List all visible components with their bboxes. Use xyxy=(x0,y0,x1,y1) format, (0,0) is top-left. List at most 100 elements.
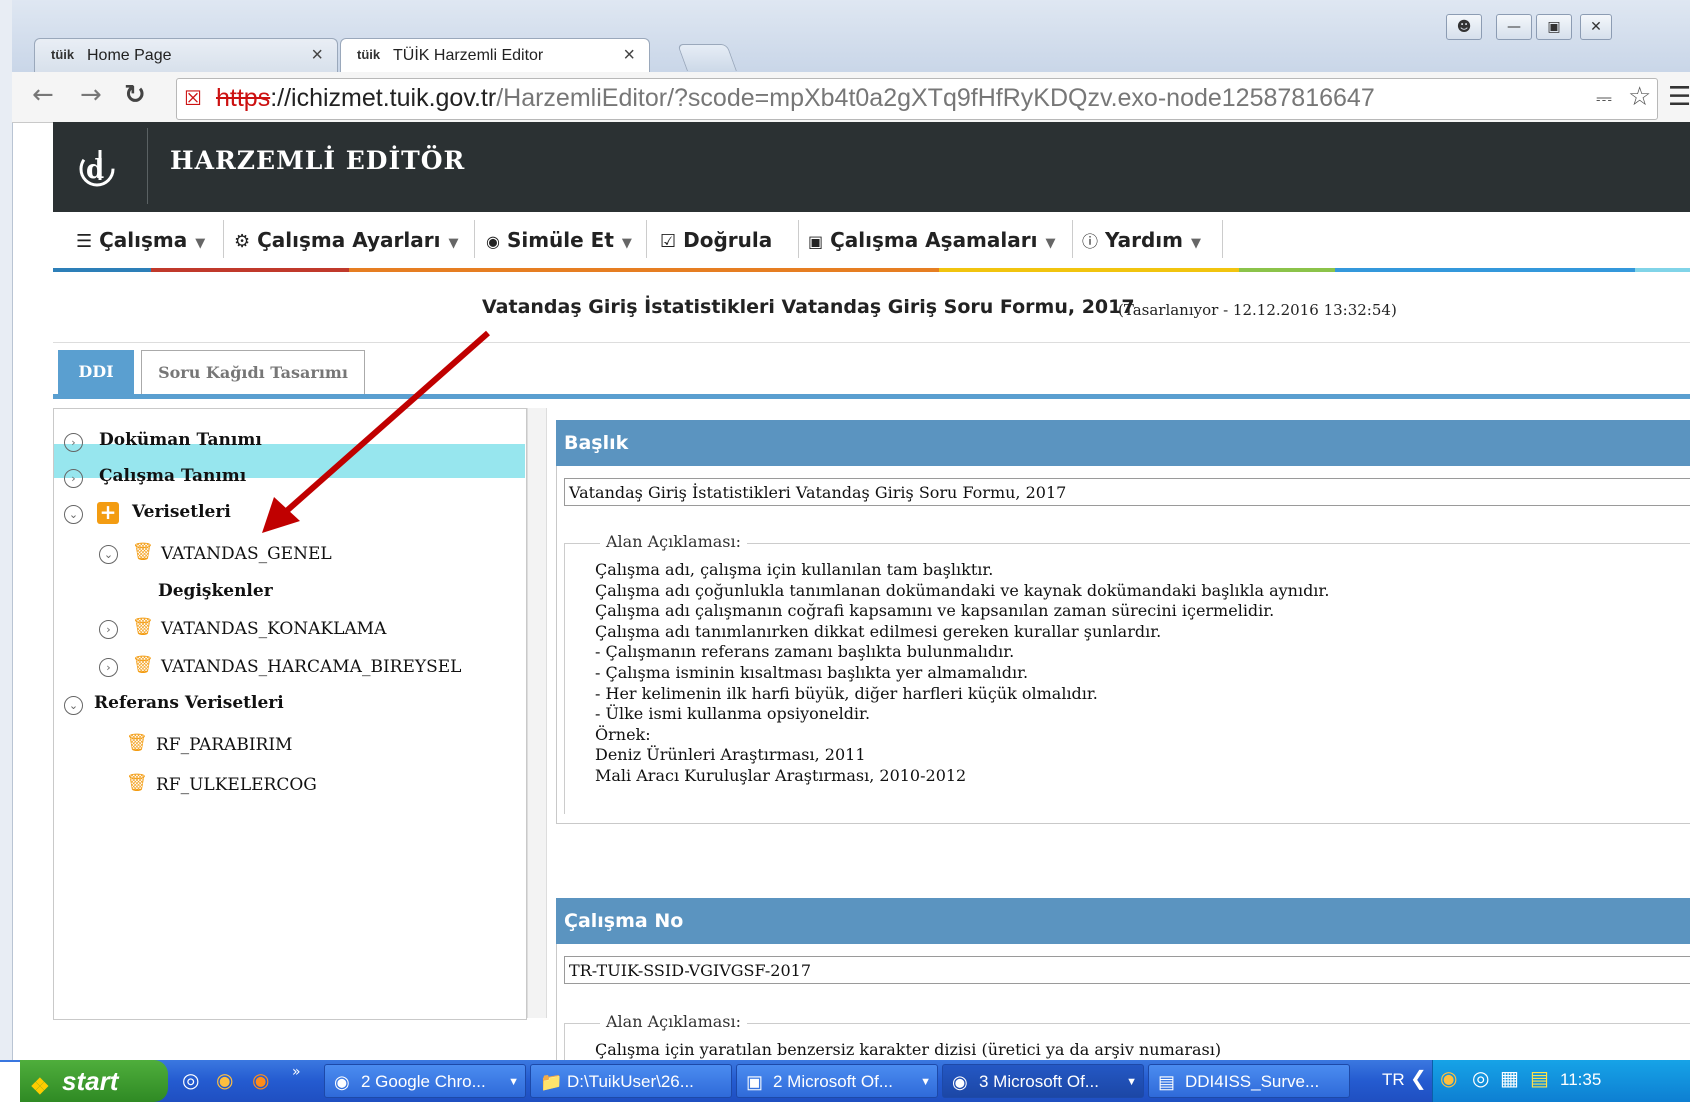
menu-calisma[interactable]: ☰ Çalışma ▼ xyxy=(76,218,205,262)
tree-item-rf-parabirim[interactable]: RF_PARABIRIM xyxy=(156,735,292,755)
collapse-icon[interactable]: ⌄ xyxy=(99,545,118,564)
clock: 11:35 xyxy=(1560,1070,1602,1089)
description-line: - Ülke ismi kullanma opsiyoneldir. xyxy=(595,704,871,724)
expand-icon[interactable]: › xyxy=(99,620,118,639)
app-title: HARZEMLİ EDİTÖR xyxy=(170,146,466,175)
close-icon[interactable]: × xyxy=(311,44,323,67)
header-divider xyxy=(147,128,148,204)
firefox-quicklaunch-icon[interactable]: ◉ xyxy=(252,1068,269,1092)
desktop-edge xyxy=(0,1062,20,1102)
menu-simule-et[interactable]: ◉ Simüle Et ▼ xyxy=(486,218,632,262)
reload-icon[interactable]: ↻ xyxy=(124,80,146,110)
url-scheme: https xyxy=(216,84,271,112)
start-button[interactable]: ❖ start xyxy=(20,1060,168,1102)
taskbar-item-ddi4iss[interactable]: ▤ DDI4ISS_Surve... xyxy=(1148,1064,1350,1098)
tab-label: Home Page xyxy=(87,47,172,64)
calisma-no-description-legend: Alan Açıklaması: xyxy=(600,1012,748,1031)
menu-icon[interactable]: ☰ xyxy=(1668,82,1690,112)
ie-tray-icon[interactable]: ◎ xyxy=(1472,1066,1489,1090)
tree-item-degiskenler[interactable]: Degişkenler xyxy=(158,581,273,601)
calisma-no-input[interactable]: TR-TUIK-SSID-VGIVGSF-2017 xyxy=(564,956,1690,984)
description-line: Çalışma adı, çalışma için kullanılan tam… xyxy=(595,560,994,579)
description-line: - Her kelimenin ilk harfi büyük, diğer h… xyxy=(595,683,1098,703)
list-icon: ☰ xyxy=(76,231,93,252)
tree-item-vatandas-genel[interactable]: VATANDAS_GENEL xyxy=(161,544,332,564)
tree-item-rf-ulkelercog[interactable]: RF_ULKELERCOG xyxy=(156,775,317,795)
close-icon[interactable]: × xyxy=(623,44,635,67)
caret-down-icon: ▼ xyxy=(195,236,206,251)
menu-divider xyxy=(223,220,224,258)
url-text[interactable]: https://ichizmet.tuik.gov.tr/HarzemliEdi… xyxy=(216,84,1375,113)
menu-calisma-ayarlari[interactable]: ⚙ Çalışma Ayarları ▼ xyxy=(234,218,458,262)
tab-home-page[interactable]: tüik Home Page × xyxy=(34,38,338,73)
tray-expand-icon[interactable]: ❮ xyxy=(1410,1066,1427,1090)
new-tab-button[interactable] xyxy=(677,44,737,71)
menu-divider xyxy=(1072,220,1073,258)
menu-dogrula[interactable]: ☑ Doğrula xyxy=(660,218,772,262)
collapse-icon[interactable]: ⌄ xyxy=(64,696,83,715)
delete-icon[interactable]: 🗑 xyxy=(132,542,154,562)
tree-item-calisma-tanimi[interactable]: Çalışma Tanımı xyxy=(99,466,246,486)
taskbar-item-label: 2 Google Chro... xyxy=(361,1072,486,1091)
tuik-logo-icon: tüik xyxy=(357,47,381,62)
taskbar-item-explorer[interactable]: 📁 D:\TuikUser\26... xyxy=(530,1064,732,1098)
forward-arrow-icon[interactable]: → xyxy=(80,80,102,110)
minimize-button[interactable]: — xyxy=(1496,14,1532,40)
accent-bar xyxy=(53,268,151,272)
baslik-header: Başlık xyxy=(556,420,1690,466)
tree-item-dokuman-tanimi[interactable]: Doküman Tanımı xyxy=(99,430,262,450)
tab-label: TÜİK Harzemli Editor xyxy=(393,47,544,64)
description-line: Örnek: xyxy=(595,724,651,744)
start-label: start xyxy=(62,1066,119,1096)
bookmark-star-icon[interactable]: ☆ xyxy=(1628,82,1651,112)
tree-item-referans-verisetleri[interactable]: Referans Verisetleri xyxy=(94,693,284,713)
menu-divider xyxy=(798,220,799,258)
taskbar-item-office-1[interactable]: ▣ 2 Microsoft Of... ▼ xyxy=(736,1064,938,1098)
collapse-icon[interactable]: ⌄ xyxy=(64,505,83,524)
back-arrow-icon[interactable]: ← xyxy=(32,80,54,110)
taskbar-item-office-2[interactable]: ◉ 3 Microsoft Of... ▼ xyxy=(942,1064,1144,1098)
ie-quicklaunch-icon[interactable]: ◎ xyxy=(182,1068,199,1092)
maximize-button[interactable]: ▣ xyxy=(1536,14,1572,40)
outlook-tray-icon[interactable]: ◉ xyxy=(1440,1066,1457,1090)
accent-bar xyxy=(1335,268,1635,272)
translate-icon[interactable]: ⎓ xyxy=(1596,86,1612,110)
menu-yardim[interactable]: ⓘ Yardım ▼ xyxy=(1082,218,1201,262)
tree-item-vatandas-harcama-bireysel[interactable]: VATANDAS_HARCAMA_BIREYSEL xyxy=(161,657,461,677)
tab-ddi[interactable]: DDI xyxy=(58,350,134,394)
close-window-button[interactable]: ✕ xyxy=(1580,14,1612,40)
caret-down-icon: ▼ xyxy=(1045,236,1056,251)
delete-icon[interactable]: 🗑 xyxy=(132,655,154,675)
tree-item-verisetleri[interactable]: Verisetleri xyxy=(132,502,231,522)
check-icon: ☑ xyxy=(660,231,677,252)
expand-icon[interactable]: › xyxy=(99,658,118,677)
help-icon: ⓘ xyxy=(1082,232,1099,251)
insecure-lock-icon[interactable]: ☒ xyxy=(184,86,202,110)
menu-calisma-asamalari[interactable]: ▣ Çalışma Aşamaları ▼ xyxy=(808,218,1055,262)
tab-harzemli-editor[interactable]: tüik TÜİK Harzemli Editor × xyxy=(340,38,650,73)
description-line: - Çalışmanın referans zamanı başlıkta bu… xyxy=(595,642,1015,662)
expand-icon[interactable]: › xyxy=(64,469,83,488)
tree-item-vatandas-konaklama[interactable]: VATANDAS_KONAKLAMA xyxy=(161,619,386,639)
delete-icon[interactable]: 🗑 xyxy=(126,773,148,793)
url-host: ://ichizmet.tuik.gov.tr xyxy=(270,84,497,112)
panel-splitter[interactable] xyxy=(527,408,547,1018)
delete-icon[interactable]: 🗑 xyxy=(126,733,148,753)
form-status: (Tasarlanıyor - 12.12.2016 13:32:54) xyxy=(1118,301,1397,319)
add-icon[interactable]: + xyxy=(97,502,119,524)
language-indicator[interactable]: TR xyxy=(1382,1070,1405,1090)
menu-label: Çalışma Aşamaları xyxy=(830,228,1038,252)
profile-button[interactable]: ☻ xyxy=(1446,14,1482,40)
menu-label: Doğrula xyxy=(683,228,773,252)
network-tray-icon[interactable]: ▦ xyxy=(1500,1066,1519,1090)
delete-icon[interactable]: 🗑 xyxy=(132,617,154,637)
document-icon: ▤ xyxy=(1158,1072,1176,1092)
outlook-quicklaunch-icon[interactable]: ◉ xyxy=(216,1068,233,1092)
display-tray-icon[interactable]: ▤ xyxy=(1530,1066,1549,1090)
taskbar-item-label: 3 Microsoft Of... xyxy=(979,1072,1099,1091)
expand-icon[interactable]: › xyxy=(64,433,83,452)
taskbar-item-chrome[interactable]: ◉ 2 Google Chro... ▼ xyxy=(324,1064,526,1098)
baslik-input[interactable]: Vatandaş Giriş İstatistikleri Vatandaş G… xyxy=(564,478,1690,506)
caret-down-icon: ▼ xyxy=(508,1076,519,1088)
more-quicklaunch-icon[interactable]: » xyxy=(292,1064,301,1080)
